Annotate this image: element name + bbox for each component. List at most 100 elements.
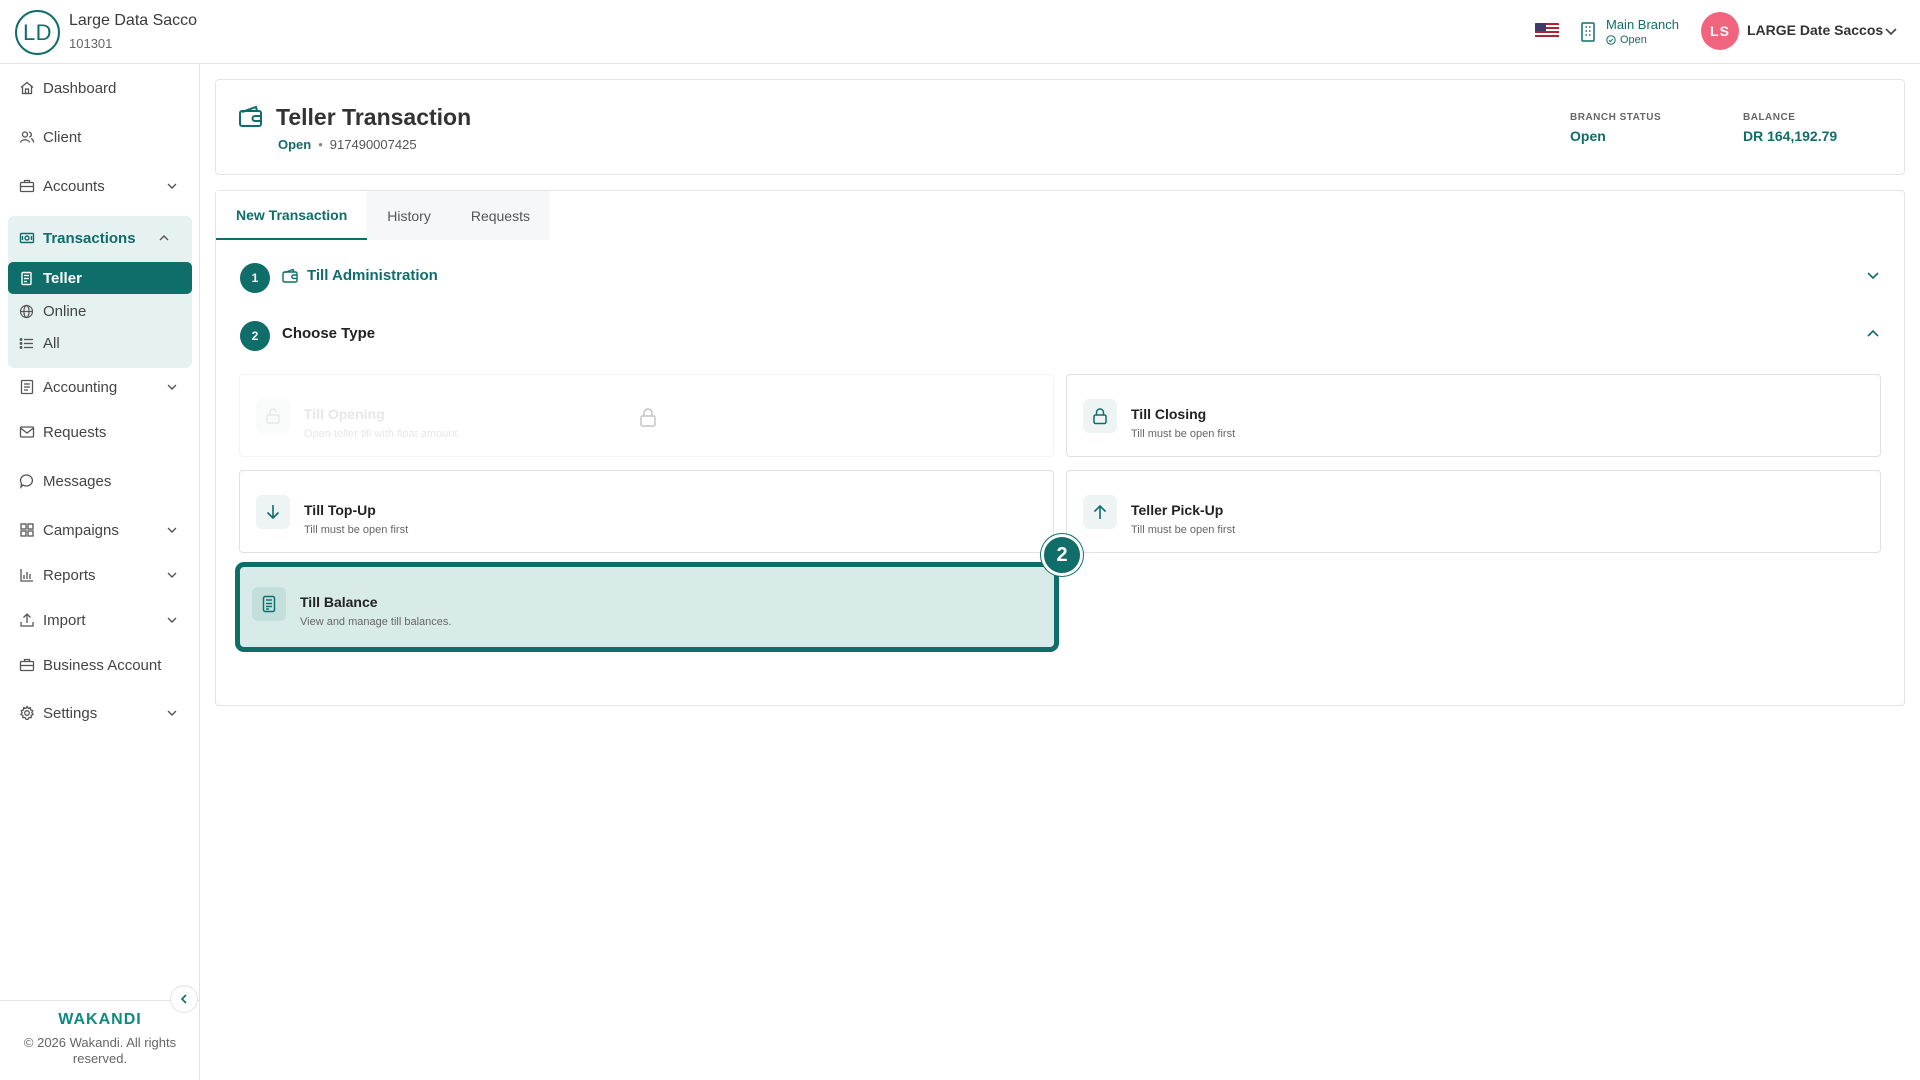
user-avatar[interactable]: LS	[1701, 12, 1739, 50]
sidebar-subitem-label: All	[43, 334, 60, 352]
us-flag-icon[interactable]	[1535, 23, 1559, 38]
chevron-down-icon	[167, 710, 177, 716]
org-initials: LD	[22, 19, 53, 45]
step-1-number: 1	[240, 263, 270, 293]
sidebar-item-campaigns[interactable]: Campaigns	[8, 512, 192, 548]
sidebar-subitem-online[interactable]: Online	[8, 295, 192, 327]
till-status: Open	[278, 137, 312, 152]
chevron-up-icon	[159, 235, 169, 241]
sidebar-item-settings[interactable]: Settings	[8, 695, 192, 731]
home-icon	[20, 81, 34, 95]
sidebar-item-import[interactable]: Import	[8, 602, 192, 638]
sidebar-item-label: Accounts	[43, 177, 105, 195]
copyright-text: © 2026 Wakandi. All rights reserved.	[23, 1035, 177, 1066]
sidebar-item-label: Import	[43, 611, 86, 629]
list-icon	[19, 337, 33, 349]
chevron-left-icon	[180, 994, 187, 1004]
balance-value: DR 164,192.79	[1743, 128, 1838, 144]
sidebar-item-label: Business Account	[43, 656, 162, 674]
sidebar-item-messages[interactable]: Messages	[8, 463, 192, 499]
page-title: Teller Transaction	[276, 104, 472, 130]
user-name[interactable]: LARGE Date Saccos	[1747, 22, 1883, 38]
lock-icon	[1083, 399, 1117, 433]
arrow-up-icon	[1083, 495, 1117, 529]
chevron-down-icon	[167, 572, 177, 578]
step-2-number: 2	[240, 321, 270, 351]
option-title: Teller Pick-Up	[1131, 502, 1224, 518]
sidebar-subitem-teller[interactable]: Teller	[8, 262, 192, 294]
transaction-tabs: New Transaction History Requests	[216, 191, 550, 240]
tab-requests[interactable]: Requests	[451, 191, 550, 240]
wallet-icon	[239, 105, 262, 127]
chevron-up-icon[interactable]	[1866, 327, 1880, 341]
option-description: Till must be open first	[304, 524, 409, 536]
option-teller-pick-up[interactable]: Teller Pick-Up Till must be open first	[1066, 470, 1881, 553]
gear-icon	[19, 705, 35, 721]
sidebar-item-accounting[interactable]: Accounting	[8, 369, 192, 405]
sidebar-subitem-all[interactable]: All	[8, 327, 192, 359]
chevron-down-icon	[167, 617, 177, 623]
sidebar-subitem-label: Teller	[43, 269, 82, 287]
users-icon	[19, 131, 35, 143]
step-1-label: Till Administration	[307, 267, 438, 284]
option-till-balance[interactable]: Till Balance View and manage till balanc…	[235, 562, 1059, 652]
sidebar-item-label: Messages	[43, 472, 112, 490]
branch-status-text: Open	[1620, 34, 1647, 46]
branch-name[interactable]: Main Branch	[1606, 17, 1679, 32]
chevron-down-icon	[167, 527, 177, 533]
mail-icon	[19, 426, 35, 438]
lock-icon	[640, 408, 656, 427]
option-till-opening: Till Opening Open teller till with float…	[239, 374, 1054, 457]
chevron-down-icon[interactable]	[1884, 24, 1898, 38]
sidebar-item-label: Dashboard	[43, 79, 117, 97]
branch-status-label: BRANCH STATUS	[1570, 112, 1662, 123]
sidebar-item-business-account[interactable]: Business Account	[8, 647, 192, 683]
calculator-icon	[252, 587, 286, 621]
annotation-step-badge: 2	[1041, 534, 1083, 576]
cash-icon	[19, 232, 35, 244]
sidebar-item-label: Client	[43, 128, 82, 146]
option-description: Till must be open first	[1131, 524, 1236, 536]
step-till-administration[interactable]: Till Administration	[282, 267, 438, 284]
sidebar-item-label: Reports	[43, 566, 96, 584]
arrow-down-icon	[256, 495, 290, 529]
sidebar-item-label: Transactions	[43, 229, 136, 247]
sidebar-item-dashboard[interactable]: Dashboard	[8, 70, 192, 106]
ledger-icon	[20, 379, 34, 395]
wallet-icon	[282, 268, 298, 283]
account-number: 917490007425	[329, 137, 417, 152]
sidebar-item-reports[interactable]: Reports	[8, 557, 192, 593]
grid-icon	[20, 523, 34, 537]
sidebar-item-label: Requests	[43, 423, 107, 441]
chevron-down-icon[interactable]	[1866, 268, 1880, 282]
sidebar-item-label: Accounting	[43, 378, 118, 396]
collapse-sidebar-button[interactable]	[170, 985, 198, 1013]
tab-new-transaction[interactable]: New Transaction	[216, 191, 368, 240]
receipt-icon	[21, 271, 32, 285]
sidebar-item-accounts[interactable]: Accounts	[8, 168, 192, 204]
sidebar-item-requests[interactable]: Requests	[8, 414, 192, 450]
org-code: 101301	[69, 36, 113, 51]
step-choose-type[interactable]: Choose Type	[282, 325, 375, 342]
briefcase-icon	[19, 658, 35, 672]
brand-logo: WAKANDI	[58, 1011, 142, 1028]
option-till-closing[interactable]: Till Closing Till must be open first	[1066, 374, 1881, 457]
org-avatar[interactable]: LD	[15, 10, 60, 55]
separator-dot: •	[318, 137, 323, 152]
tab-history[interactable]: History	[367, 191, 451, 240]
option-description: View and manage till balances.	[300, 616, 452, 628]
org-name: Large Data Sacco	[69, 12, 198, 29]
sidebar-item-client[interactable]: Client	[8, 119, 192, 155]
page-subtitle: Open • 917490007425	[278, 137, 417, 152]
sidebar-item-label: Campaigns	[43, 521, 119, 539]
sidebar-item-transactions[interactable]: Transactions	[8, 220, 192, 256]
upload-icon	[20, 613, 34, 627]
globe-icon	[19, 304, 34, 318]
option-title: Till Top-Up	[304, 502, 376, 518]
sidebar-subitem-label: Online	[43, 302, 87, 320]
option-till-top-up[interactable]: Till Top-Up Till must be open first	[239, 470, 1054, 553]
chevron-down-icon	[167, 183, 177, 189]
briefcase-icon	[19, 179, 35, 193]
top-bar: LD Large Data Sacco 101301 Main Branch O…	[0, 0, 1920, 64]
sidebar-item-label: Settings	[43, 704, 98, 722]
